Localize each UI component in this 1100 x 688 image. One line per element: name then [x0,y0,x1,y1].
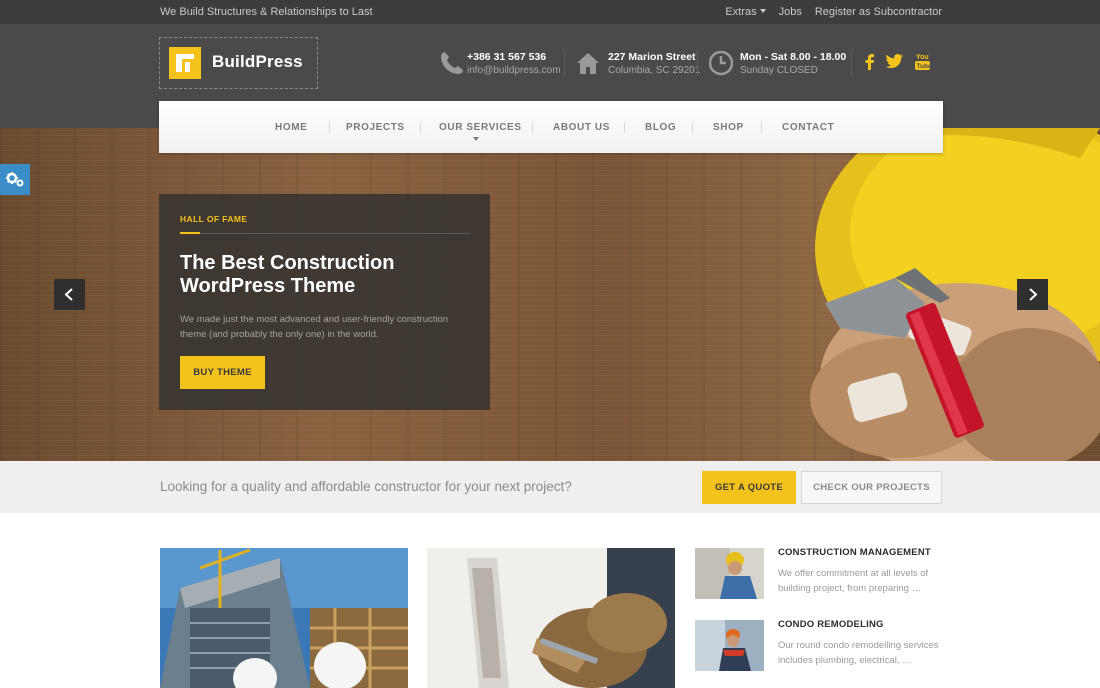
nav-item-our-services[interactable]: OUR SERVICES [439,122,522,133]
email-address[interactable]: info@buildpress.com [467,65,561,76]
hero-title: The Best Construction WordPress Theme [180,252,395,297]
logo[interactable]: BuildPress [159,37,318,89]
logo-icon [169,47,201,79]
construction-management-thumbnail[interactable] [695,548,764,599]
facebook-icon[interactable] [865,54,874,74]
top-links: Extras Jobs Register as Subcontractor [725,6,942,18]
chevron-down-icon [473,137,479,141]
svg-text:Tube: Tube [917,63,931,70]
jobs-link[interactable]: Jobs [779,6,802,18]
nav-item-about-us[interactable]: ABOUT US [553,122,610,133]
buy-theme-button[interactable]: BUY THEME [180,356,265,389]
brand-name: BuildPress [212,52,303,71]
chevron-right-icon [1029,288,1038,301]
address-info: 227 Marion Street Columbia, SC 29201 [576,50,700,78]
hero-slider: HALL OF FAME The Best Construction WordP… [0,128,1100,461]
hero-kicker: HALL OF FAME [180,214,248,224]
construction-site-image[interactable] [160,548,408,688]
nav-divider [761,122,762,133]
extras-label: Extras [725,6,757,18]
nav-divider [420,122,421,133]
home-icon [577,53,599,74]
slider-next-button[interactable] [1017,279,1048,310]
youtube-icon[interactable]: You Tube [915,52,932,75]
chevron-down-icon [759,9,766,13]
divider [697,50,698,76]
top-bar: We Build Structures & Relationships to L… [0,0,1100,24]
register-subcontractor-link[interactable]: Register as Subcontractor [815,6,942,18]
nav-item-shop[interactable]: SHOP [713,122,744,133]
twitter-icon[interactable] [886,54,903,72]
svg-text:You: You [916,54,929,61]
get-a-quote-button[interactable]: GET A QUOTE [702,471,796,504]
service-desc-condo-remodeling: Our round condo remodelling services inc… [778,640,939,666]
slider-prev-button[interactable] [54,279,85,310]
nav-item-projects[interactable]: PROJECTS [346,122,405,133]
phone-number: +386 31 567 536 [467,51,547,63]
hero-description: We made just the most advanced and user-… [180,314,449,340]
nav-item-contact[interactable]: CONTACT [782,122,834,133]
clock-icon [709,50,733,76]
divider [564,50,565,76]
nav-item-home[interactable]: HOME [275,122,307,133]
closed-day: Sunday CLOSED [740,65,818,76]
street-address: 227 Marion Street [608,51,696,63]
divider [200,233,470,234]
service-desc-construction-management: We offer commitment at all levels of bui… [778,568,929,594]
city-address: Columbia, SC 29201 [608,65,701,76]
nav-divider [329,122,330,133]
phone-icon [441,52,463,74]
hero-caption: HALL OF FAME The Best Construction WordP… [159,194,490,410]
check-our-projects-button[interactable]: CHECK OUR PROJECTS [801,471,942,504]
extras-link[interactable]: Extras [725,6,766,18]
plastering-worker-image[interactable] [427,548,675,688]
chevron-left-icon [64,288,73,301]
nav-divider [624,122,625,133]
nav-item-blog[interactable]: BLOG [645,122,676,133]
cta-text: Looking for a quality and affordable con… [160,479,572,494]
divider [851,50,852,76]
settings-toggle[interactable] [0,164,30,195]
phone-info: +386 31 567 536 info@buildpress.com [439,50,561,78]
gear-icon [6,172,24,187]
call-to-action: Looking for a quality and affordable con… [0,461,1100,513]
condo-remodeling-thumbnail[interactable] [695,620,764,671]
opening-hours: Mon - Sat 8.00 - 18.00 [740,51,847,63]
hours-info: Mon - Sat 8.00 - 18.00 Sunday CLOSED [709,50,849,78]
nav-divider [532,122,533,133]
main-nav: HOME PROJECTS OUR SERVICES ABOUT US BLOG… [159,101,943,153]
service-title-construction-management[interactable]: CONSTRUCTION MANAGEMENT [778,547,931,558]
divider [180,232,200,234]
nav-divider [692,122,693,133]
service-title-condo-remodeling[interactable]: CONDO REMODELING [778,619,884,630]
tagline: We Build Structures & Relationships to L… [160,6,373,18]
